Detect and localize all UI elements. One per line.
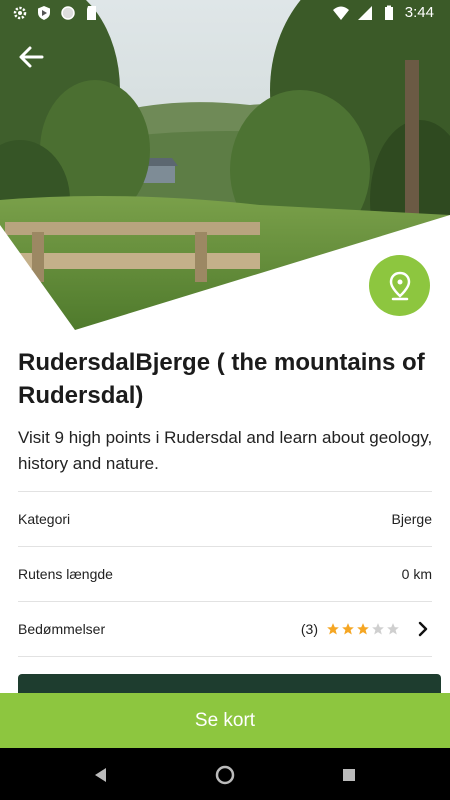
circle-icon <box>61 6 75 20</box>
signal-icon <box>357 5 372 20</box>
length-label: Rutens længde <box>18 566 113 582</box>
system-navigation-bar <box>0 748 450 800</box>
star-empty-icon <box>387 623 399 635</box>
star-filled-icon <box>327 623 339 635</box>
status-time: 3:44 <box>404 4 434 21</box>
ratings-label: Bedømmelser <box>18 621 106 637</box>
star-filled-icon <box>342 623 354 635</box>
arrow-left-icon <box>19 46 44 68</box>
back-button[interactable] <box>14 42 48 72</box>
see-map-label: Se kort <box>194 709 256 731</box>
route-description: Visit 9 high points i Rudersdal and lear… <box>18 428 433 473</box>
details-list: Kategori Bjerge Rutens længde 0 km Bedøm… <box>18 491 432 657</box>
location-pin-icon <box>389 271 410 300</box>
see-map-button[interactable]: Se kort <box>0 693 450 748</box>
nav-back-icon[interactable] <box>90 764 112 786</box>
sd-card-icon <box>87 6 96 20</box>
rating-stars <box>326 622 400 636</box>
battery-icon <box>384 5 393 20</box>
nav-recents-icon[interactable] <box>338 764 360 786</box>
settings-icon <box>13 6 27 20</box>
row-ratings[interactable]: Bedømmelser (3) <box>18 601 432 657</box>
chevron-right-icon <box>418 621 428 637</box>
nav-home-icon[interactable] <box>214 764 236 786</box>
shield-icon <box>38 6 50 20</box>
category-value: Bjerge <box>391 511 432 527</box>
row-category: Kategori Bjerge <box>18 491 432 546</box>
page-title: RudersdalBjerge ( the mountains of Ruder… <box>18 349 425 409</box>
row-length: Rutens længde 0 km <box>18 546 432 601</box>
location-badge <box>369 255 430 316</box>
category-label: Kategori <box>18 511 71 527</box>
ratings-count: (3) <box>300 621 318 637</box>
star-empty-icon <box>372 623 384 635</box>
length-value: 0 km <box>401 566 432 582</box>
star-filled-icon <box>357 623 369 635</box>
status-bar: 3:44 <box>0 0 450 28</box>
wifi-icon <box>332 6 349 20</box>
